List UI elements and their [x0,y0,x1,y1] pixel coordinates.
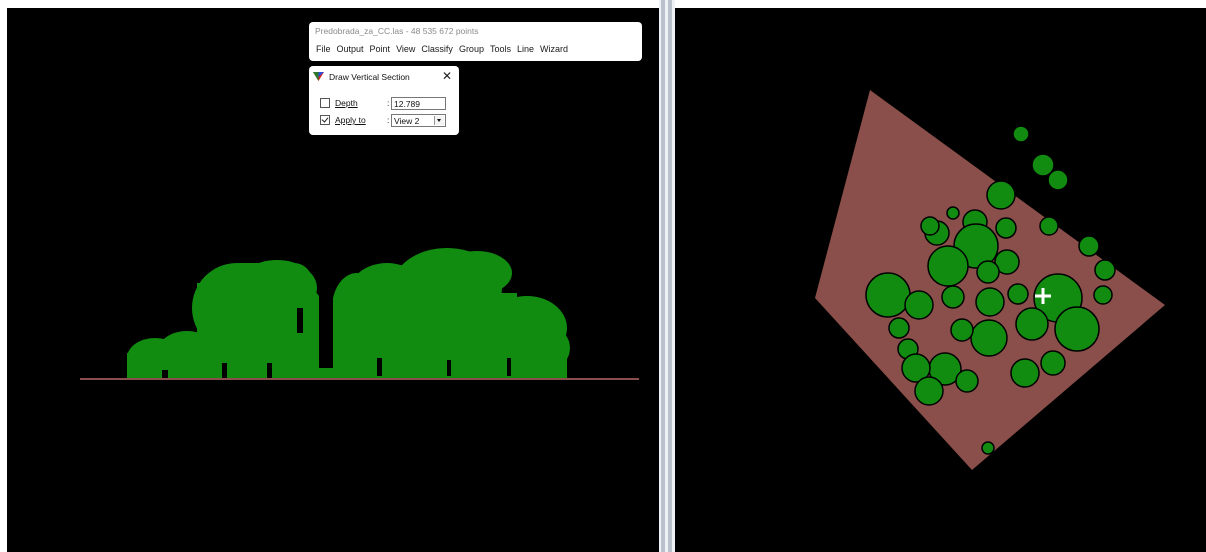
apply-to-checkbox[interactable] [320,115,330,125]
apply-to-row: Apply to : [320,113,393,127]
menu-output[interactable]: Output [334,44,367,54]
menu-wizard[interactable]: Wizard [537,44,571,54]
depth-checkbox[interactable] [320,98,330,108]
top-view[interactable] [675,8,1206,552]
menu-view[interactable]: View [393,44,418,54]
dialog-title: Draw Vertical Section [329,72,410,82]
menu-group[interactable]: Group [456,44,487,54]
section-tool-icon [313,72,324,81]
menu-point[interactable]: Point [367,44,394,54]
depth-input[interactable]: 12.789 [391,97,446,110]
apply-to-value: View 2 [394,116,420,126]
depth-label: Depth [335,98,358,108]
top-point-cloud [815,90,1165,470]
close-icon[interactable]: ✕ [442,69,452,83]
menubar: File Output Point View Classify Group To… [313,44,571,54]
tree-canopy [127,248,570,378]
apply-to-label: Apply to [335,115,366,125]
window-title: Predobrada_za_CC.las - 48 535 672 points [315,26,479,36]
menu-classify[interactable]: Classify [418,44,456,54]
view-splitter-handle[interactable] [661,0,665,552]
menu-tools[interactable]: Tools [487,44,514,54]
draw-vertical-section-dialog: Draw Vertical Section ✕ Depth : 12.789 A… [309,66,459,135]
menu-file[interactable]: File [313,44,334,54]
chevron-down-icon[interactable] [434,116,444,125]
apply-to-select[interactable]: View 2 [391,114,446,127]
main-window: Predobrada_za_CC.las - 48 535 672 points… [309,22,642,61]
view-splitter-handle-2[interactable] [668,0,672,552]
menu-line[interactable]: Line [514,44,537,54]
depth-row: Depth : [320,96,393,110]
